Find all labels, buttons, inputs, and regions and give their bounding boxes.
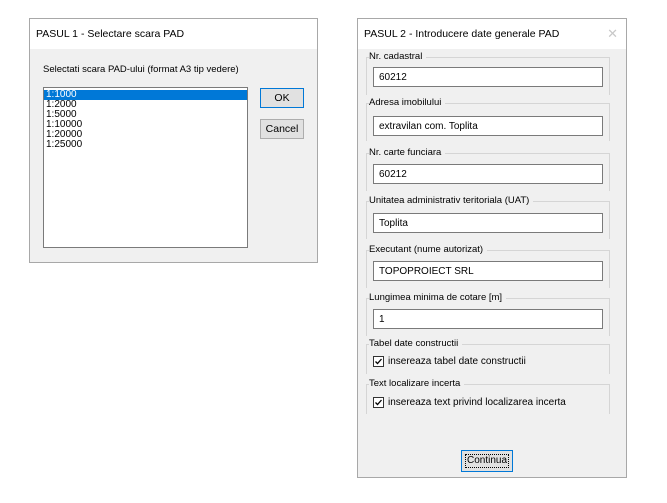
continue-label: Continua bbox=[464, 454, 510, 468]
uat-input[interactable]: Toplita bbox=[373, 213, 603, 233]
field-label: Adresa imobilului bbox=[369, 97, 446, 108]
group-label: Text localizare incerta bbox=[369, 378, 465, 389]
checkmark-icon bbox=[375, 358, 382, 365]
step2-titlebar[interactable]: PASUL 2 - Introducere date generale PAD … bbox=[358, 19, 626, 49]
field-label: Unitatea administrativ teritoriala (UAT) bbox=[369, 195, 534, 206]
field-label: Lungimea minima de cotare [m] bbox=[369, 292, 507, 303]
tabel-constructii-checkbox[interactable] bbox=[373, 356, 384, 367]
field-label: Nr. carte funciara bbox=[369, 147, 446, 158]
field-label: Executant (nume autorizat) bbox=[369, 244, 488, 255]
scale-item[interactable]: 1:25000 bbox=[44, 140, 247, 150]
step2-dialog: PASUL 2 - Introducere date generale PAD … bbox=[357, 18, 627, 478]
group-label: Tabel date constructii bbox=[369, 338, 463, 349]
scale-prompt: Selectati scara PAD-ului (format A3 tip … bbox=[43, 64, 239, 75]
executant-input[interactable]: TOPOPROIECT SRL bbox=[373, 261, 603, 281]
step1-title: PASUL 1 - Selectare scara PAD bbox=[36, 28, 185, 40]
cancel-button[interactable]: Cancel bbox=[260, 119, 304, 139]
carte-funciara-input[interactable]: 60212 bbox=[373, 164, 603, 184]
localizare-checkbox-row[interactable]: insereaza text privind localizarea incer… bbox=[373, 397, 613, 411]
checkbox-label: insereaza text privind localizarea incer… bbox=[388, 397, 566, 408]
checkmark-icon bbox=[375, 399, 382, 406]
nr-cadastral-input[interactable]: 60212 bbox=[373, 67, 603, 87]
step1-titlebar[interactable]: PASUL 1 - Selectare scara PAD bbox=[30, 19, 317, 49]
adresa-input[interactable]: extravilan com. Toplita bbox=[373, 116, 603, 136]
field-label: Nr. cadastral bbox=[369, 51, 427, 62]
tabel-constructii-checkbox-row[interactable]: insereaza tabel date constructii bbox=[373, 356, 593, 370]
localizare-checkbox[interactable] bbox=[373, 397, 384, 408]
ok-button[interactable]: OK bbox=[260, 88, 304, 108]
step1-dialog: PASUL 1 - Selectare scara PAD Selectati … bbox=[29, 18, 318, 263]
step2-title: PASUL 2 - Introducere date generale PAD bbox=[364, 28, 560, 40]
continue-button[interactable]: Continua bbox=[461, 450, 513, 472]
lungime-input[interactable]: 1 bbox=[373, 309, 603, 329]
close-icon[interactable]: ✕ bbox=[607, 26, 618, 42]
scale-listbox[interactable]: 1:1000 1:2000 1:5000 1:10000 1:20000 1:2… bbox=[43, 87, 248, 248]
checkbox-label: insereaza tabel date constructii bbox=[388, 356, 526, 367]
